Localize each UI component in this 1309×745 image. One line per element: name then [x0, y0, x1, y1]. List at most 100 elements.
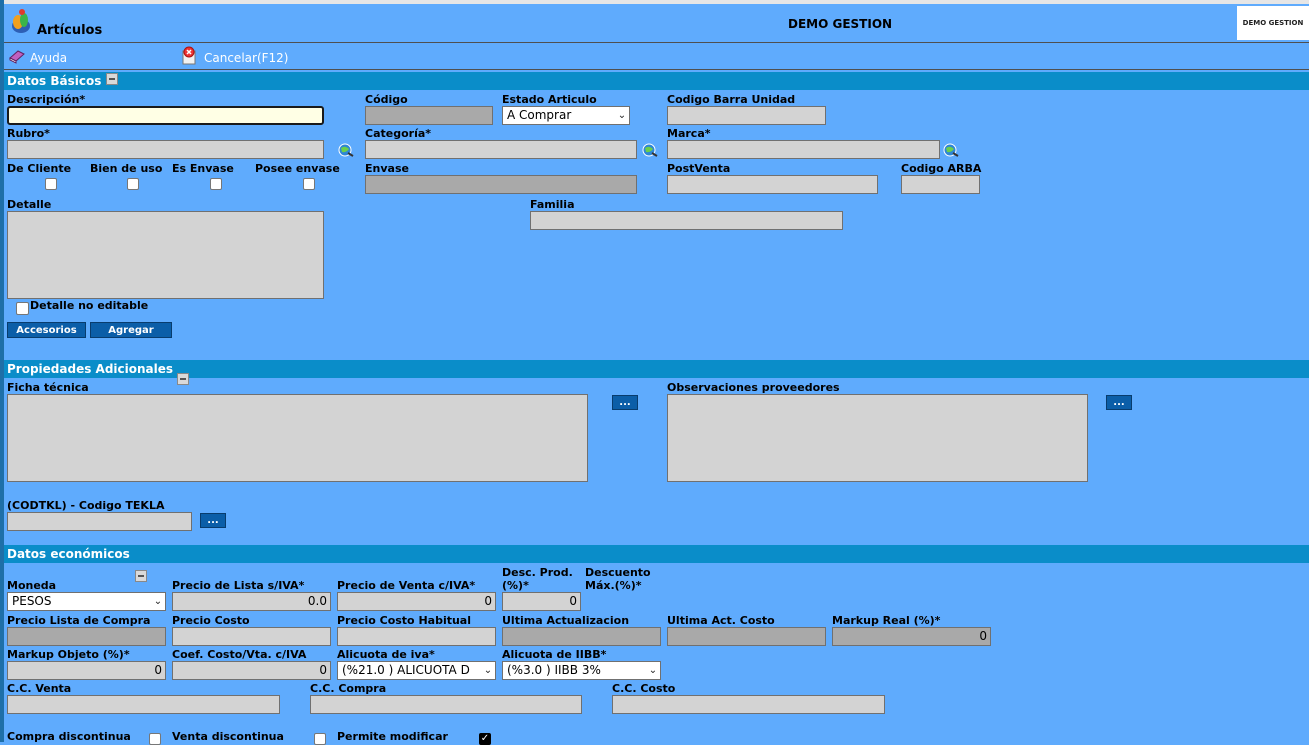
ultima-act-input[interactable]	[502, 627, 661, 646]
precio-costo-hab-input[interactable]	[337, 627, 496, 646]
familia-input[interactable]	[530, 211, 843, 230]
estado-select[interactable]: A Comprar ⌄	[502, 106, 630, 125]
postventa-input[interactable]	[667, 175, 878, 194]
venta-disc-checkbox[interactable]	[314, 733, 326, 745]
obs-textarea[interactable]	[667, 394, 1088, 482]
alic-iva-label: Alicuota de iva*	[337, 648, 435, 661]
section-bar-additional	[4, 360, 1309, 378]
desc-max-label-2: Máx.(%)*	[585, 579, 642, 592]
help-label: Ayuda	[30, 50, 68, 65]
section-title-basic: Datos Básicos	[7, 74, 102, 88]
cc-costo-input[interactable]	[612, 695, 885, 714]
alic-iibb-select-value: (%3.0 ) IIBB 3%	[507, 663, 601, 677]
precio-lista-label: Precio de Lista s/IVA*	[172, 579, 305, 592]
codigo-input[interactable]	[365, 106, 493, 125]
estado-select-value: A Comprar	[507, 108, 572, 122]
postventa-label: PostVenta	[667, 162, 731, 175]
descripcion-label: Descripción*	[7, 93, 86, 106]
markup-real-input[interactable]: 0	[832, 627, 991, 646]
chevron-down-icon: ⌄	[483, 665, 493, 676]
detalle-no-editable-checkbox[interactable]	[16, 302, 29, 315]
permite-mod-label: Permite modificar	[337, 730, 448, 743]
company-name: DEMO GESTION	[788, 17, 893, 31]
precio-venta-label: Precio de Venta c/IVA*	[337, 579, 476, 592]
header-bar	[4, 4, 1309, 42]
rubro-label: Rubro*	[7, 127, 50, 140]
toolbar-divider	[4, 69, 1309, 70]
obs-label: Observaciones proveedores	[667, 381, 840, 394]
bien-uso-checkbox[interactable]	[127, 178, 139, 190]
search-rubro-icon[interactable]	[337, 141, 355, 159]
precio-costo-input[interactable]	[172, 627, 331, 646]
ficha-label: Ficha técnica	[7, 381, 89, 394]
categoria-input[interactable]	[365, 140, 637, 159]
codigo-arba-input[interactable]	[901, 175, 980, 194]
coef-label: Coef. Costo/Vta. c/IVA	[172, 648, 307, 661]
detalle-textarea[interactable]	[7, 211, 324, 299]
descripcion-input[interactable]	[7, 106, 324, 125]
categoria-label: Categoría*	[365, 127, 432, 140]
codbarra-input[interactable]	[667, 106, 826, 125]
collapse-economic-button[interactable]	[135, 570, 147, 582]
chevron-down-icon: ⌄	[648, 665, 658, 676]
obs-expand-button[interactable]: ...	[1106, 395, 1132, 410]
precio-lista-compra-input[interactable]	[7, 627, 166, 646]
bien-uso-label: Bien de uso	[90, 162, 163, 175]
section-title-additional: Propiedades Adicionales	[7, 362, 174, 376]
tekla-input[interactable]	[7, 512, 192, 531]
envase-input[interactable]	[365, 175, 637, 194]
precio-venta-input[interactable]: 0	[337, 592, 496, 611]
posee-envase-checkbox[interactable]	[303, 178, 315, 190]
moneda-select[interactable]: PESOS ⌄	[7, 592, 166, 611]
cc-venta-input[interactable]	[7, 695, 280, 714]
cancel-button[interactable]: Cancelar(F12)	[180, 46, 288, 69]
detalle-no-editable-label: Detalle no editable	[30, 299, 149, 312]
search-categoria-icon[interactable]	[641, 141, 659, 159]
book-icon	[8, 48, 26, 67]
accesorios-button[interactable]: Accesorios	[7, 322, 86, 338]
section-bar-basic	[4, 72, 1309, 90]
ultima-act-costo-input[interactable]	[667, 627, 826, 646]
alic-iibb-select[interactable]: (%3.0 ) IIBB 3% ⌄	[502, 661, 661, 680]
markup-obj-input[interactable]: 0	[7, 661, 166, 680]
ultima-act-costo-label: Ultima Act. Costo	[667, 614, 775, 627]
search-marca-icon[interactable]	[942, 141, 960, 159]
es-envase-checkbox[interactable]	[210, 178, 222, 190]
precio-lista-input[interactable]: 0.0	[172, 592, 331, 611]
company-logo: DEMO GESTION	[1237, 6, 1309, 40]
markup-obj-label: Markup Objeto (%)*	[7, 648, 130, 661]
tekla-search-button[interactable]: ...	[200, 513, 226, 528]
cc-compra-input[interactable]	[310, 695, 582, 714]
help-button[interactable]: Ayuda	[8, 48, 67, 67]
alic-iibb-label: Alicuota de IIBB*	[502, 648, 607, 661]
precio-costo-hab-label: Precio Costo Habitual	[337, 614, 472, 627]
estado-label: Estado Articulo	[502, 93, 597, 106]
alic-iva-select[interactable]: (%21.0 ) ALICUOTA D ⌄	[337, 661, 496, 680]
compra-disc-label: Compra discontinua	[7, 730, 131, 743]
ficha-expand-button[interactable]: ...	[612, 395, 638, 410]
moneda-select-value: PESOS	[12, 594, 52, 608]
precio-lista-compra-label: Precio Lista de Compra	[7, 614, 151, 627]
desc-max-label-1: Descuento	[585, 566, 651, 579]
precio-costo-label: Precio Costo	[172, 614, 250, 627]
cc-compra-label: C.C. Compra	[310, 682, 387, 695]
coef-input[interactable]: 0	[172, 661, 331, 680]
collapse-additional-button[interactable]	[177, 373, 189, 385]
section-bar-economic	[4, 545, 1309, 563]
agregar-button[interactable]: Agregar	[90, 322, 172, 338]
marca-input[interactable]	[667, 140, 940, 159]
desc-prod-label-2: (%)*	[502, 579, 529, 592]
de-cliente-checkbox[interactable]	[45, 178, 57, 190]
header-divider	[4, 42, 1309, 43]
permite-mod-checkbox[interactable]: ✓	[479, 733, 491, 745]
cancel-label: Cancelar(F12)	[204, 50, 289, 65]
rubro-input[interactable]	[7, 140, 324, 159]
collapse-basic-button[interactable]	[106, 73, 118, 85]
section-title-economic: Datos económicos	[7, 547, 130, 561]
detalle-label: Detalle	[7, 198, 52, 211]
alic-iva-select-value: (%21.0 ) ALICUOTA D	[342, 663, 470, 677]
venta-disc-label: Venta discontinua	[172, 730, 284, 743]
compra-disc-checkbox[interactable]	[149, 733, 161, 745]
ficha-textarea[interactable]	[7, 394, 588, 482]
desc-prod-input[interactable]: 0	[502, 592, 581, 611]
